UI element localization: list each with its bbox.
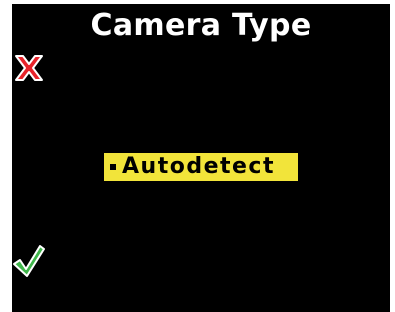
- option-autodetect[interactable]: Autodetect: [104, 153, 298, 181]
- checkmark-icon: [13, 245, 45, 277]
- confirm-button[interactable]: [12, 242, 46, 280]
- cross-icon: [15, 55, 43, 81]
- selected-bullet: [110, 164, 116, 170]
- camera-type-screen: Camera Type Autodetect: [12, 4, 390, 312]
- screen-title: Camera Type: [90, 8, 312, 43]
- option-label: Autodetect: [122, 154, 275, 179]
- cancel-button[interactable]: [12, 51, 46, 85]
